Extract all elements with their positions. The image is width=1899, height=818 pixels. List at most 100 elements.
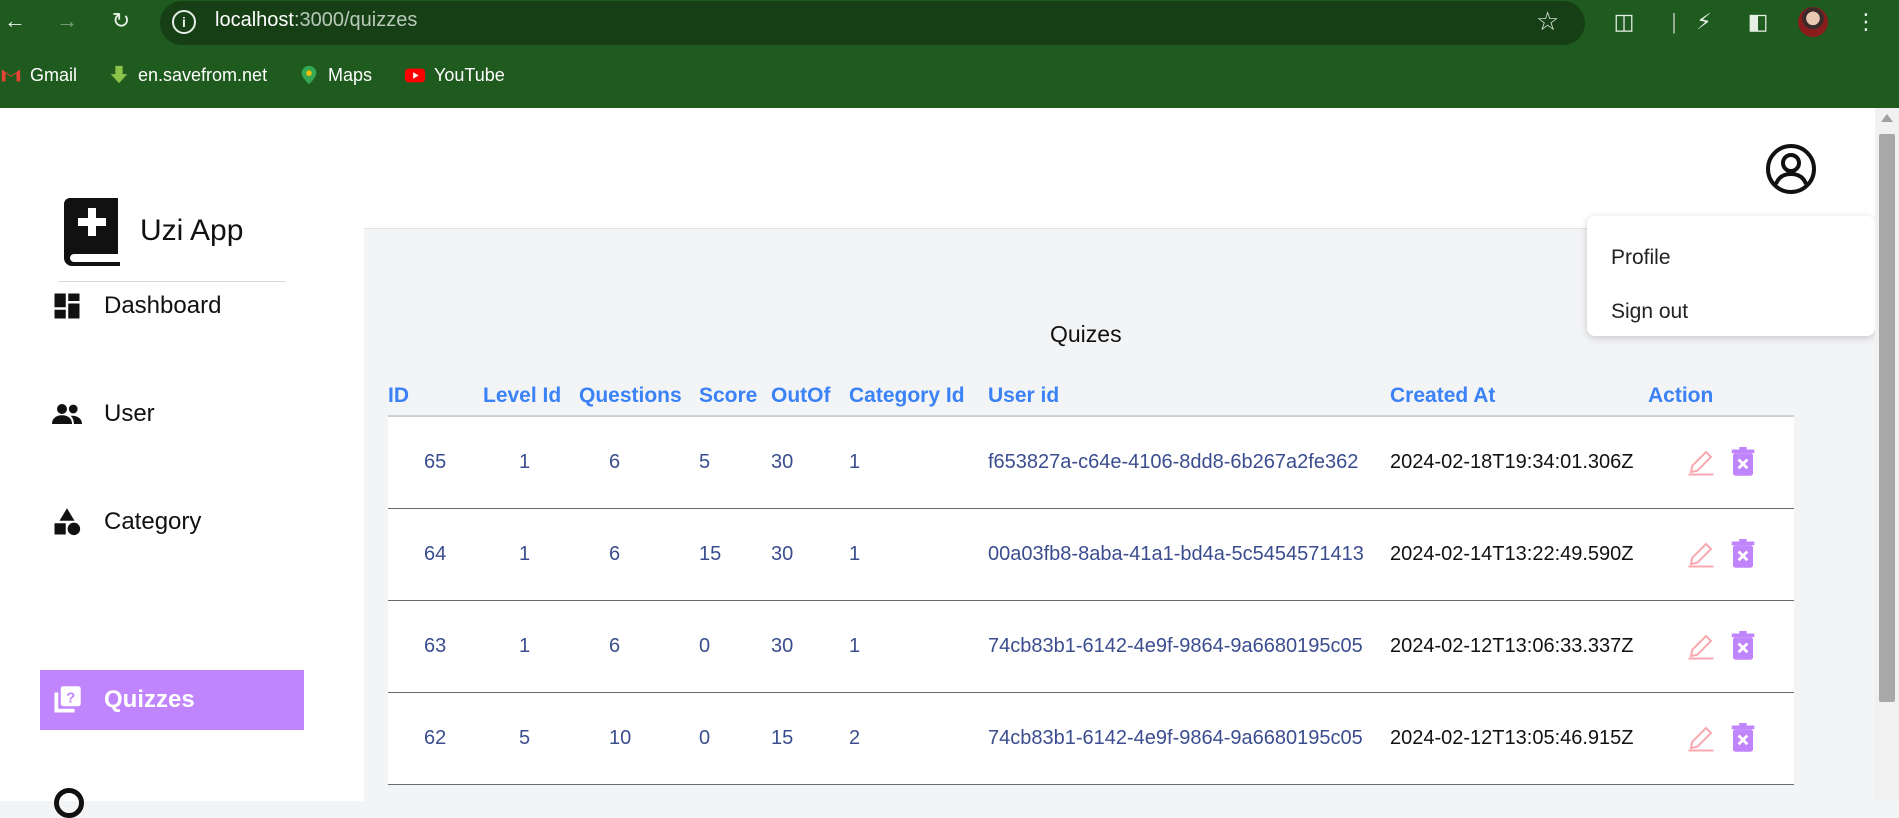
- svg-text:?: ?: [66, 690, 75, 707]
- cell-id: 65: [388, 416, 483, 509]
- cell-score: 0: [699, 600, 771, 693]
- table-row: 63 1 6 0 30 1 74cb83b1-6142-4e9f-9864-9a668019…: [388, 600, 1794, 693]
- bookmark-maps[interactable]: Maps: [298, 64, 372, 86]
- column-header[interactable]: Questions: [579, 376, 699, 417]
- browser-chrome: ← → ↻ i localhost:3000/quizzes ☆ ◫ | ⚡ ◧…: [0, 0, 1899, 108]
- edit-pencil-icon[interactable]: [1686, 631, 1716, 661]
- brand: Uzi App: [58, 196, 286, 282]
- cell-questions: 10: [579, 692, 699, 785]
- browser-profile-avatar[interactable]: [1798, 7, 1828, 37]
- page-title: Quizes: [1050, 321, 1122, 347]
- performance-icon[interactable]: ⚡: [1690, 8, 1718, 36]
- url-text[interactable]: localhost:3000/quizzes: [215, 9, 417, 32]
- cell-score: 0: [699, 692, 771, 785]
- reload-icon[interactable]: ↻: [106, 6, 136, 36]
- extensions-icon[interactable]: ◫: [1610, 8, 1638, 36]
- delete-trash-icon[interactable]: [1728, 723, 1758, 753]
- table-header-row: ID Level Id Questions Score OutOf Catego…: [388, 376, 1794, 417]
- forward-icon[interactable]: →: [52, 6, 82, 36]
- column-header[interactable]: ID: [388, 376, 483, 417]
- gmail-icon: [1, 69, 21, 82]
- sidebar-next-icon[interactable]: [54, 788, 84, 818]
- cell-id: 62: [388, 692, 483, 785]
- bookmark-savefrom[interactable]: en.savefrom.net: [108, 64, 267, 86]
- youtube-icon: [404, 68, 426, 83]
- edit-pencil-icon[interactable]: [1686, 723, 1716, 753]
- download-arrow-icon: [110, 65, 128, 84]
- bookmark-label: Maps: [328, 64, 373, 85]
- cell-id: 64: [388, 508, 483, 601]
- quiz-icon: ?: [54, 686, 81, 713]
- medical-book-icon: [64, 198, 120, 266]
- cell-action: [1648, 416, 1794, 509]
- maps-pin-icon: [301, 65, 317, 85]
- top-header: [364, 108, 1875, 229]
- column-header[interactable]: OutOf: [771, 376, 849, 417]
- menu-item-sign-out[interactable]: Sign out: [1611, 300, 1688, 324]
- bookmark-label: Gmail: [30, 64, 78, 85]
- column-header[interactable]: Created At: [1390, 376, 1648, 417]
- cell-user: 00a03fb8-8aba-41a1-bd4a-5c5454571413: [988, 508, 1390, 601]
- sidebar-item-label: User: [104, 400, 155, 427]
- sidebar-item-user[interactable]: User: [40, 384, 304, 444]
- sidebar-item-label: Quizzes: [104, 686, 195, 713]
- table-row: 64 1 6 15 30 1 00a03fb8-8aba-41a1-bd4a-5c54545…: [388, 508, 1794, 601]
- bookmarks-bar: Gmail en.savefrom.net Maps YouTube: [0, 56, 1899, 96]
- site-info-icon[interactable]: i: [172, 10, 196, 34]
- page-scrollbar[interactable]: [1875, 108, 1899, 801]
- back-icon[interactable]: ←: [0, 6, 30, 36]
- side-panel-icon[interactable]: ◧: [1744, 8, 1772, 36]
- column-header[interactable]: User id: [988, 376, 1390, 417]
- cell-created: 2024-02-18T19:34:01.306Z: [1390, 416, 1648, 509]
- column-header[interactable]: Level Id: [483, 376, 579, 417]
- menu-item-profile[interactable]: Profile: [1611, 246, 1671, 270]
- sidebar: Uzi App Dashboard User Category ? Quizze…: [0, 108, 364, 818]
- column-header[interactable]: Action: [1648, 376, 1794, 417]
- cell-user: 74cb83b1-6142-4e9f-9864-9a6680195c05: [988, 600, 1390, 693]
- delete-trash-icon[interactable]: [1728, 539, 1758, 569]
- cell-created: 2024-02-12T13:05:46.915Z: [1390, 692, 1648, 785]
- cell-level: 1: [483, 416, 579, 509]
- cell-questions: 6: [579, 416, 699, 509]
- shapes-icon: [54, 508, 81, 536]
- account-circle-icon[interactable]: [1766, 144, 1816, 194]
- cell-category: 2: [849, 692, 988, 785]
- toolbar-divider: |: [1671, 9, 1677, 34]
- quizzes-table: ID Level Id Questions Score OutOf Catego…: [388, 376, 1794, 785]
- dashboard-icon: [54, 293, 80, 319]
- sidebar-item-category[interactable]: Category: [40, 492, 304, 552]
- bookmark-youtube[interactable]: YouTube: [404, 64, 505, 86]
- column-header[interactable]: Category Id: [849, 376, 988, 417]
- sidebar-item-label: Category: [104, 508, 202, 535]
- cell-level: 5: [483, 692, 579, 785]
- sidebar-item-quizzes[interactable]: ? Quizzes: [40, 670, 304, 730]
- scroll-up-arrow-icon[interactable]: [1881, 114, 1893, 122]
- cell-level: 1: [483, 508, 579, 601]
- cell-level: 1: [483, 600, 579, 693]
- cell-action: [1648, 600, 1794, 693]
- cell-action: [1648, 692, 1794, 785]
- cell-questions: 6: [579, 508, 699, 601]
- edit-pencil-icon[interactable]: [1686, 539, 1716, 569]
- scroll-thumb[interactable]: [1879, 134, 1895, 702]
- cell-outof: 15: [771, 692, 849, 785]
- cell-category: 1: [849, 508, 988, 601]
- edit-pencil-icon[interactable]: [1686, 447, 1716, 477]
- bookmark-label: en.savefrom.net: [138, 64, 268, 85]
- delete-trash-icon[interactable]: [1728, 631, 1758, 661]
- table-row: 62 5 10 0 15 2 74cb83b1-6142-4e9f-9864-9a66801…: [388, 692, 1794, 785]
- cell-action: [1648, 508, 1794, 601]
- delete-trash-icon[interactable]: [1728, 447, 1758, 477]
- bookmark-gmail[interactable]: Gmail: [0, 64, 77, 86]
- cell-score: 15: [699, 508, 771, 601]
- cell-outof: 30: [771, 600, 849, 693]
- sidebar-item-dashboard[interactable]: Dashboard: [40, 276, 304, 336]
- bookmark-star-icon[interactable]: ☆: [1536, 6, 1559, 37]
- browser-menu-icon[interactable]: ⋮: [1852, 8, 1880, 36]
- column-header[interactable]: Score: [699, 376, 771, 417]
- brand-name: Uzi App: [140, 214, 244, 247]
- table-row: 65 1 6 5 30 1 f653827a-c64e-4106-8dd8-6b267a2f…: [388, 416, 1794, 509]
- cell-questions: 6: [579, 600, 699, 693]
- cell-created: 2024-02-14T13:22:49.590Z: [1390, 508, 1648, 601]
- cell-created: 2024-02-12T13:06:33.337Z: [1390, 600, 1648, 693]
